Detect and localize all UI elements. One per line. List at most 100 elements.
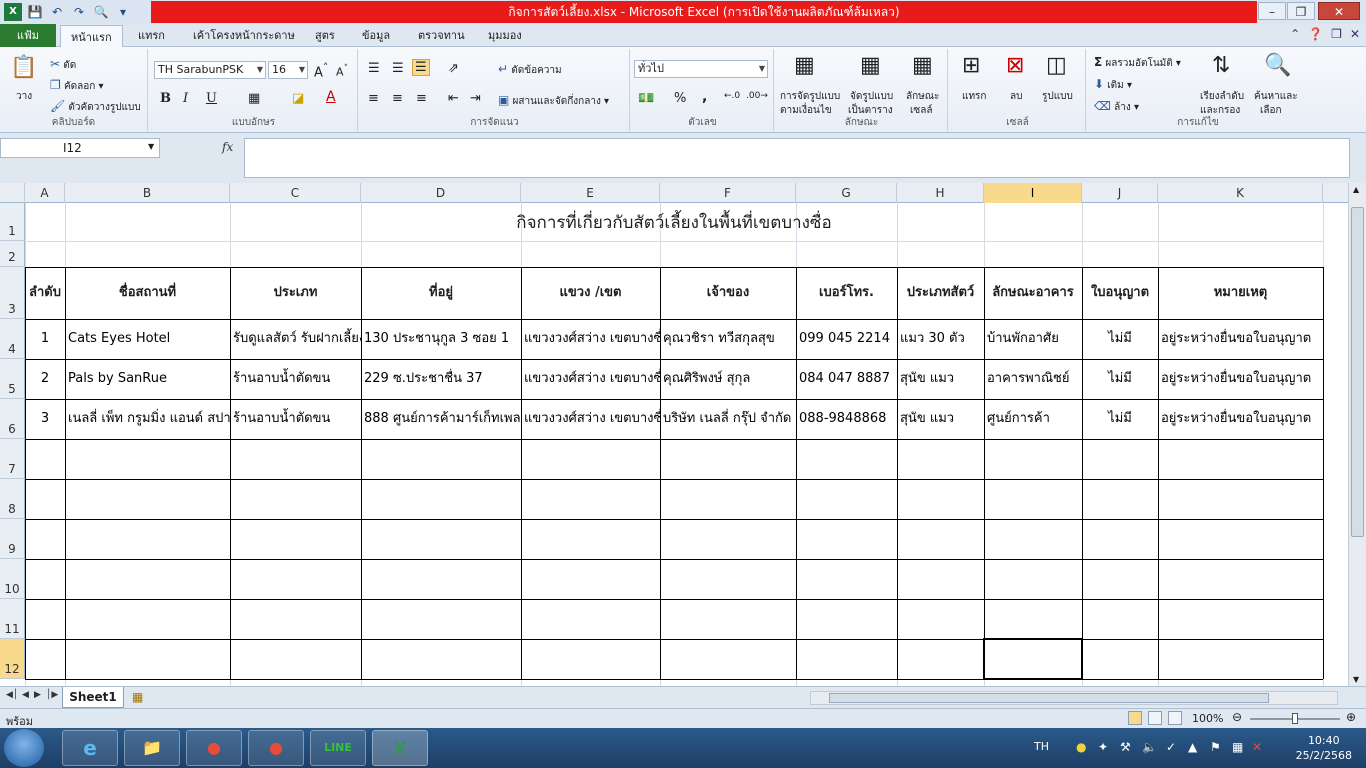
column-header-e[interactable]: E bbox=[521, 183, 660, 203]
align-left-icon[interactable]: ≡ bbox=[368, 91, 379, 106]
tab-review[interactable]: ตรวจทาน bbox=[418, 24, 465, 47]
table-cell[interactable]: 099 045 2214 bbox=[796, 319, 897, 359]
save-icon[interactable]: 💾 bbox=[26, 3, 44, 21]
format-as-table-button[interactable]: จัดรูปแบบ bbox=[850, 89, 893, 104]
table-cell[interactable]: ร้านอาบน้ำตัดขน bbox=[230, 359, 361, 399]
show-hidden-icons[interactable]: ▲ bbox=[1188, 740, 1197, 754]
paste-icon[interactable]: 📋 bbox=[10, 55, 37, 80]
table-cell[interactable]: บ้านพักอาศัย bbox=[984, 319, 1082, 359]
tab-data[interactable]: ข้อมูล bbox=[362, 24, 390, 47]
column-header-j[interactable]: J bbox=[1082, 183, 1158, 203]
column-title[interactable]: ชื่อสถานที่ bbox=[65, 267, 230, 319]
comma-button[interactable]: , bbox=[702, 89, 707, 105]
tab-view[interactable]: มุมมอง bbox=[488, 24, 522, 47]
table-cell[interactable]: 229 ซ.ประชาชื่น 37 bbox=[361, 359, 521, 399]
vertical-scrollbar[interactable]: ▲ ▼ bbox=[1348, 183, 1366, 686]
normal-view-button[interactable] bbox=[1128, 711, 1142, 725]
decrease-decimal-icon[interactable]: .00→ bbox=[746, 91, 768, 101]
help-icon[interactable]: ❓ bbox=[1308, 27, 1323, 41]
table-cell[interactable]: แขวงวงศ์สว่าง เขตบางซื่อ bbox=[521, 399, 660, 439]
wrap-text-button[interactable]: ↵ ตัดข้อความ bbox=[498, 62, 562, 78]
table-cell[interactable]: แมว 30 ตัว bbox=[897, 319, 984, 359]
copy-button[interactable]: ❐ คัดลอก ▾ bbox=[50, 78, 104, 94]
redo-icon[interactable]: ↷ bbox=[70, 3, 88, 21]
table-cell[interactable]: คุณศิริพงษ์ สุกุล bbox=[660, 359, 796, 399]
format-as-table-icon[interactable]: ▦ bbox=[860, 53, 881, 78]
font-color-icon[interactable]: A bbox=[326, 89, 336, 105]
format-cells-button[interactable]: รูปแบบ bbox=[1042, 89, 1073, 104]
table-cell[interactable]: อาคารพาณิชย์ bbox=[984, 359, 1082, 399]
volume-icon[interactable]: 🔈 bbox=[1142, 740, 1157, 754]
font-size-select[interactable]: 16 ▼ bbox=[268, 61, 308, 79]
sheet-tab-sheet1[interactable]: Sheet1 bbox=[62, 687, 124, 708]
sheet-title[interactable]: กิจการที่เกี่ยวกับสัตว์เลี้ยงในพื้นที่เข… bbox=[25, 203, 1323, 241]
zoom-level[interactable]: 100% bbox=[1192, 712, 1223, 725]
insert-function-button[interactable]: fx bbox=[222, 140, 233, 154]
table-cell[interactable]: 2 bbox=[25, 359, 65, 399]
customize-qat-icon[interactable]: ▾ bbox=[114, 3, 132, 21]
row-header-5[interactable]: 5 bbox=[0, 359, 25, 399]
column-header-d[interactable]: D bbox=[361, 183, 521, 203]
table-cell[interactable]: อยู่ระหว่างยื่นขอใบอนุญาต bbox=[1158, 319, 1323, 359]
table-cell[interactable]: ไม่มี bbox=[1082, 359, 1158, 399]
bold-button[interactable]: B bbox=[160, 91, 171, 106]
row-header-10[interactable]: 10 bbox=[0, 559, 25, 599]
format-cells-icon[interactable]: ◫ bbox=[1046, 53, 1067, 78]
table-cell[interactable]: 130 ประชานุกูล 3 ซอย 1 bbox=[361, 319, 521, 359]
table-cell[interactable]: เนลลี่ เพ็ท กรูมมิ่ง แอนด์ สปา bbox=[65, 399, 230, 439]
next-sheet-icon[interactable]: ▶ bbox=[34, 690, 41, 700]
select-all-corner[interactable] bbox=[0, 183, 25, 203]
row-header-12[interactable]: 12 bbox=[0, 639, 25, 679]
network-icon[interactable]: ▦ bbox=[1232, 740, 1243, 754]
column-title[interactable]: ลักษณะอาคาร bbox=[984, 267, 1082, 319]
signal-icon[interactable]: ✕ bbox=[1252, 740, 1262, 754]
table-cell[interactable]: 088-9848868 bbox=[796, 399, 897, 439]
table-cell[interactable]: ร้านอาบน้ำตัดขน bbox=[230, 399, 361, 439]
autosum-button[interactable]: Σ ผลรวมอัตโนมัติ ▾ bbox=[1094, 55, 1181, 71]
print-preview-icon[interactable]: 🔍 bbox=[92, 3, 110, 21]
merge-center-button[interactable]: ▣ ผสานและจัดกึ่งกลาง ▾ bbox=[498, 93, 609, 109]
chrome-icon[interactable]: ● bbox=[186, 730, 242, 766]
undo-icon[interactable]: ↶ bbox=[48, 3, 66, 21]
table-cell[interactable]: อยู่ระหว่างยื่นขอใบอนุญาต bbox=[1158, 399, 1323, 439]
row-header-3[interactable]: 3 bbox=[0, 267, 25, 319]
table-cell[interactable]: คุณวชิรา ทวีสกุลสุข bbox=[660, 319, 796, 359]
increase-indent-icon[interactable]: ⇥ bbox=[470, 91, 481, 106]
insert-cells-button[interactable]: แทรก bbox=[962, 89, 986, 104]
zoom-in-icon[interactable]: ⊕ bbox=[1346, 710, 1356, 724]
language-indicator[interactable]: TH bbox=[1034, 740, 1049, 753]
column-header-a[interactable]: A bbox=[25, 183, 65, 203]
table-cell[interactable]: สุนัข แมว bbox=[897, 399, 984, 439]
table-cell[interactable]: อยู่ระหว่างยื่นขอใบอนุญาต bbox=[1158, 359, 1323, 399]
clock[interactable]: 10:40 25/2/2568 bbox=[1296, 733, 1352, 763]
grow-font-button[interactable]: A˄ bbox=[314, 61, 328, 80]
align-top-icon[interactable]: ☰ bbox=[368, 61, 380, 76]
formula-input[interactable] bbox=[244, 138, 1350, 178]
column-header-f[interactable]: F bbox=[660, 183, 796, 203]
tray-check-icon[interactable]: ✓ bbox=[1166, 740, 1176, 754]
horizontal-scrollbar[interactable] bbox=[810, 691, 1338, 705]
decrease-indent-icon[interactable]: ⇤ bbox=[448, 91, 459, 106]
first-sheet-icon[interactable]: ◀│ bbox=[6, 690, 18, 700]
format-painter-button[interactable]: 🖌 ตัวคัดวางรูปแบบ bbox=[50, 99, 141, 115]
font-name-select[interactable]: TH SarabunPSK ▼ bbox=[154, 61, 266, 79]
conditional-format-icon[interactable]: ▦ bbox=[794, 53, 815, 78]
column-title[interactable]: เจ้าของ bbox=[660, 267, 796, 319]
delete-cells-button[interactable]: ลบ bbox=[1010, 89, 1022, 104]
last-sheet-icon[interactable]: │▶ bbox=[46, 690, 58, 700]
page-break-view-button[interactable] bbox=[1168, 711, 1182, 725]
column-header-i[interactable]: I bbox=[984, 183, 1082, 203]
start-button[interactable] bbox=[4, 729, 44, 767]
tab-home[interactable]: หน้าแรก bbox=[60, 25, 123, 48]
conditional-format-button[interactable]: การจัดรูปแบบ bbox=[780, 89, 840, 104]
column-header-g[interactable]: G bbox=[796, 183, 897, 203]
sort-filter-button[interactable]: เรียงลำดับ bbox=[1200, 89, 1244, 104]
ie-icon[interactable]: e bbox=[62, 730, 118, 766]
column-header-c[interactable]: C bbox=[230, 183, 361, 203]
insert-sheet-icon[interactable]: ▦ bbox=[132, 690, 143, 704]
clear-button[interactable]: ⌫ ล้าง ▾ bbox=[1094, 99, 1139, 115]
table-cell[interactable]: 1 bbox=[25, 319, 65, 359]
name-box-dropdown-icon[interactable]: ▼ bbox=[148, 142, 154, 151]
explorer-icon[interactable]: 📁 bbox=[124, 730, 180, 766]
orientation-icon[interactable]: ⇗ bbox=[448, 61, 459, 76]
